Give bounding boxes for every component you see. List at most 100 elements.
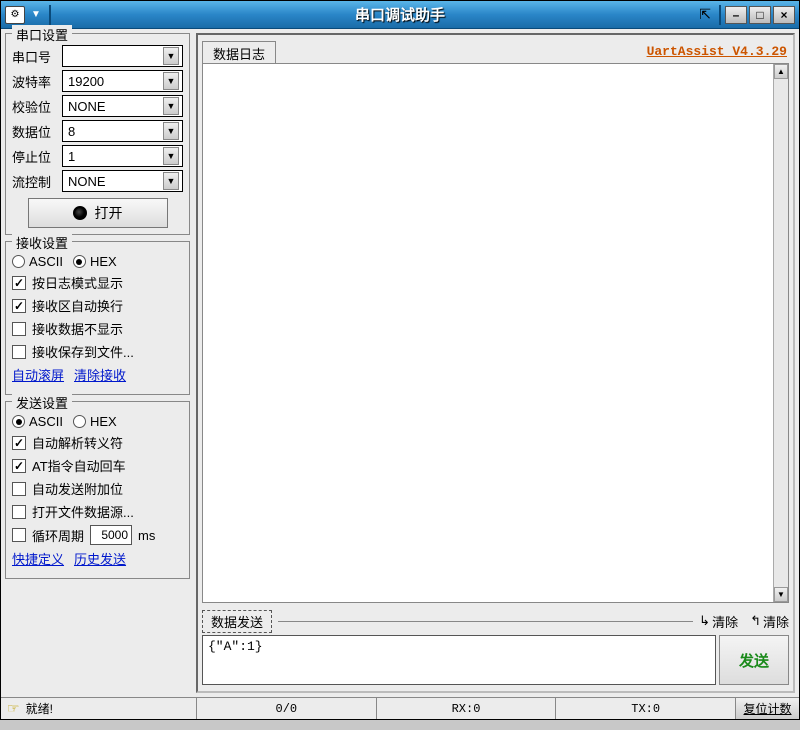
clear-label-2: 清除 [763,612,789,631]
minimize-button[interactable]: – [725,6,747,24]
databits-combo[interactable]: 8 ▼ [62,120,183,142]
app-icon: ⚙ [5,6,25,24]
auto-wrap-label: 接收区自动换行 [32,296,123,315]
reset-counter-button[interactable]: 复位计数 [735,698,799,719]
stop-label: 停止位 [12,147,56,166]
send-button[interactable]: 发送 [719,635,789,685]
parse-escape-check[interactable]: 自动解析转义符 [12,433,183,452]
chevron-down-icon: ▼ [163,122,179,140]
recv-ascii-label: ASCII [29,254,63,269]
chevron-down-icon: ▼ [163,97,179,115]
status-rx: RX:0 [376,698,556,719]
at-newline-check[interactable]: AT指令自动回车 [12,456,183,475]
log-tab[interactable]: 数据日志 [202,41,276,63]
vertical-scrollbar[interactable]: ▲ ▼ [773,64,788,602]
loop-value-input[interactable] [90,525,132,545]
chevron-down-icon: ▼ [163,47,179,65]
baud-combo[interactable]: 19200 ▼ [62,70,183,92]
clear-up-button[interactable]: ↰ 清除 [750,612,789,631]
port-group-title: 串口设置 [12,25,72,44]
recv-settings-group: 接收设置 ASCII HEX 按日志模式显示 [5,241,190,395]
databits-value: 8 [68,124,75,139]
status-ready: 就绪! [26,700,53,717]
send-tab[interactable]: 数据发送 [202,610,272,633]
at-newline-label: AT指令自动回车 [32,456,126,475]
save-file-check[interactable]: 接收保存到文件... [12,342,183,361]
parity-label: 校验位 [12,97,56,116]
parity-value: NONE [68,99,106,114]
chevron-down-icon: ▼ [163,147,179,165]
loop-period-check[interactable]: 循环周期 ms [12,525,183,545]
close-button[interactable]: × [773,6,795,24]
checkbox-icon [12,436,26,450]
send-hex-radio[interactable]: HEX [73,414,117,429]
version-label[interactable]: UartAssist V4.3.29 [647,44,787,59]
port-combo[interactable]: ▼ [62,45,183,67]
loop-unit: ms [138,528,155,543]
checkbox-icon [12,505,26,519]
stopbits-combo[interactable]: 1 ▼ [62,145,183,167]
parse-escape-label: 自动解析转义符 [32,433,123,452]
send-group-title: 发送设置 [12,393,72,412]
open-port-button[interactable]: 打开 [28,198,168,228]
send-hex-label: HEX [90,414,117,429]
auto-wrap-check[interactable]: 接收区自动换行 [12,296,183,315]
status-tx: TX:0 [555,698,735,719]
auto-append-label: 自动发送附加位 [32,479,123,498]
send-settings-group: 发送设置 ASCII HEX 自动解析转义符 [5,401,190,579]
auto-scroll-link[interactable]: 自动滚屏 [12,365,64,384]
scroll-up-icon[interactable]: ▲ [774,64,788,79]
send-ascii-label: ASCII [29,414,63,429]
file-source-label: 打开文件数据源... [32,502,134,521]
log-textarea[interactable]: ▲ ▼ [202,63,789,603]
chevron-down-icon: ▼ [163,72,179,90]
hide-recv-check[interactable]: 接收数据不显示 [12,319,183,338]
data-label: 数据位 [12,122,56,141]
flow-label: 流控制 [12,172,56,191]
arrow-down-icon: ↳ [699,613,710,629]
save-file-label: 接收保存到文件... [32,342,134,361]
checkbox-icon [12,528,26,542]
parity-combo[interactable]: NONE ▼ [62,95,183,117]
pin-icon[interactable]: ⇱ [695,6,715,23]
flowctrl-value: NONE [68,174,106,189]
radio-icon [73,415,86,428]
titlebar: ⚙ ▼ 串口调试助手 ⇱ – □ × [1,1,799,29]
baud-label: 波特率 [12,72,56,91]
send-ascii-radio[interactable]: ASCII [12,414,63,429]
open-label: 打开 [95,203,123,223]
checkbox-icon [12,345,26,359]
checkbox-icon [12,459,26,473]
checkbox-icon [12,322,26,336]
status-counter: 0/0 [196,698,376,719]
port-settings-group: 串口设置 串口号 ▼ 波特率 19200 ▼ 校验位 [5,33,190,235]
scroll-down-icon[interactable]: ▼ [774,587,788,602]
checkbox-icon [12,482,26,496]
file-source-check[interactable]: 打开文件数据源... [12,502,183,521]
log-mode-check[interactable]: 按日志模式显示 [12,273,183,292]
clear-recv-link[interactable]: 清除接收 [74,365,126,384]
quick-def-link[interactable]: 快捷定义 [12,549,64,568]
statusbar: ☞ 就绪! 0/0 RX:0 TX:0 复位计数 [1,697,799,719]
radio-icon [73,255,86,268]
send-input[interactable] [202,635,716,685]
clear-down-button[interactable]: ↳ 清除 [699,612,738,631]
recv-hex-radio[interactable]: HEX [73,254,117,269]
window-title: 串口调试助手 [1,4,799,25]
chevron-down-icon: ▼ [163,172,179,190]
loop-label: 循环周期 [32,526,84,545]
baud-value: 19200 [68,74,104,89]
auto-append-check[interactable]: 自动发送附加位 [12,479,183,498]
maximize-button[interactable]: □ [749,6,771,24]
radio-icon [12,415,25,428]
flowctrl-combo[interactable]: NONE ▼ [62,170,183,192]
recv-ascii-radio[interactable]: ASCII [12,254,63,269]
stopbits-value: 1 [68,149,75,164]
arrow-up-icon: ↰ [750,613,761,629]
log-mode-label: 按日志模式显示 [32,273,123,292]
hand-icon: ☞ [7,700,20,717]
history-send-link[interactable]: 历史发送 [74,549,126,568]
titlebar-dropdown[interactable]: ▼ [28,9,44,20]
hide-recv-label: 接收数据不显示 [32,319,123,338]
checkbox-icon [12,276,26,290]
